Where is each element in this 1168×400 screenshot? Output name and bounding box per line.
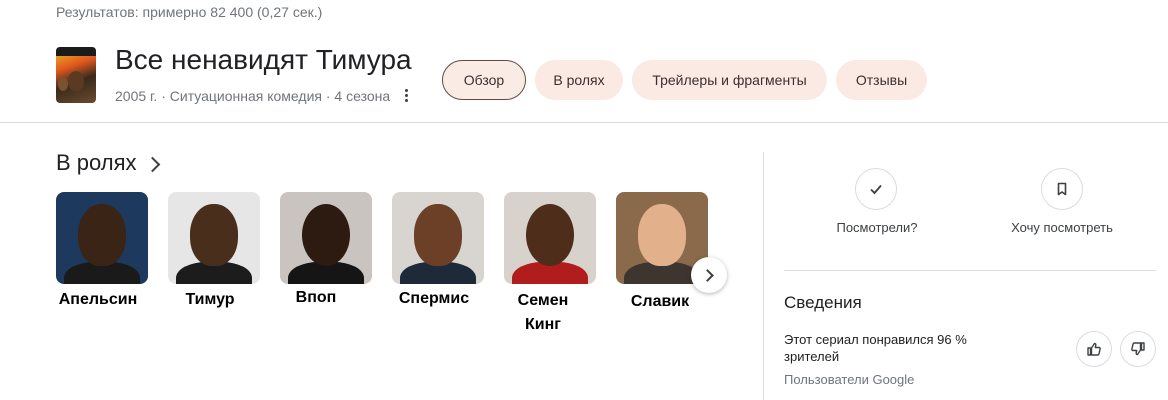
dislike-button[interactable] [1120,331,1156,367]
show-subtitle: 2005 г. · Ситуационная комедия · 4 сезон… [115,88,391,104]
poster-banner [56,47,96,56]
source-label: Пользователи Google [784,372,915,387]
more-vert-icon[interactable] [400,85,412,105]
header-divider [0,122,1168,123]
cast-name[interactable]: Впоп [280,286,352,310]
cast-section-label: В ролях [56,150,137,175]
watched-label[interactable]: Посмотрели? [817,220,937,235]
chevron-right-icon [701,268,714,282]
results-stats: Результатов: примерно 82 400 (0,27 сек.) [56,4,323,20]
cast-section-title[interactable]: В ролях [56,150,160,176]
poster-figure [68,71,84,91]
check-icon [870,184,882,195]
carousel-next-button[interactable] [691,257,727,293]
want-to-watch-label[interactable]: Хочу посмотреть [997,220,1127,235]
tab-trailers[interactable]: Трейлеры и фрагменты [632,60,827,100]
cast-photo[interactable] [168,192,260,284]
cast-name[interactable]: Спермис [392,287,476,311]
cast-name[interactable]: Апельсин [56,288,140,312]
thumb-up-icon [1087,342,1101,356]
tab-reviews[interactable]: Отзывы [836,60,927,100]
column-divider [763,152,764,400]
want-to-watch-button[interactable] [1041,168,1083,210]
cast-name[interactable]: Славик [620,290,700,314]
cast-name[interactable]: Семен Кинг [508,289,578,337]
cast-name[interactable]: Тимур [168,288,252,312]
tab-overview[interactable]: Обзор [442,60,526,100]
cast-photo[interactable] [392,192,484,284]
like-button[interactable] [1076,331,1112,367]
liked-text: Этот сериал понравился 96 % зрителей [784,332,967,364]
watched-button[interactable] [855,168,897,210]
bookmark-icon [1057,182,1067,196]
cast-photo[interactable] [56,192,148,284]
panel-divider [784,270,1156,271]
cast-photo[interactable] [504,192,596,284]
cast-photo[interactable] [280,192,372,284]
info-title: Сведения [784,293,862,312]
page-title: Все ненавидят Тимура [115,44,412,75]
show-poster[interactable] [56,47,96,103]
tab-cast[interactable]: В ролях [535,60,623,100]
thumb-down-icon [1131,342,1145,356]
chevron-right-icon [144,156,160,172]
poster-figure [58,77,68,91]
